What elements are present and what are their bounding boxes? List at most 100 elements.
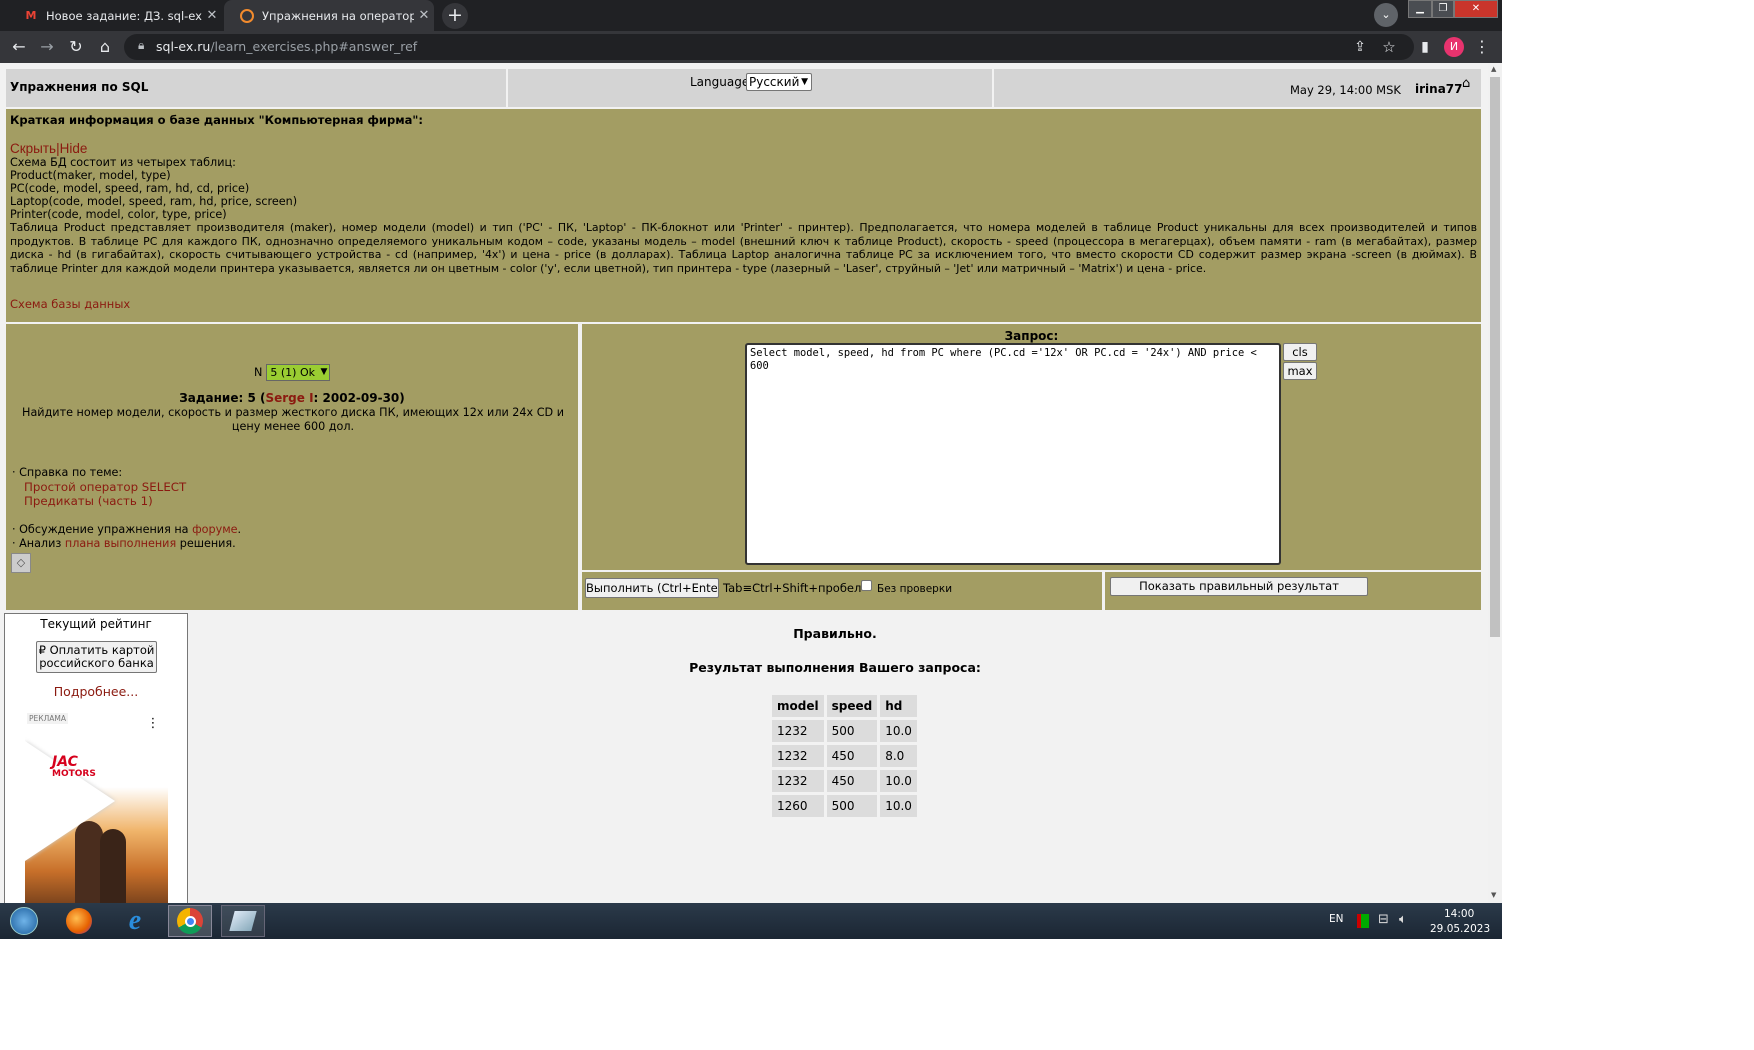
url-host: sql-ex.ru: [156, 39, 211, 54]
avatar[interactable]: И: [1444, 37, 1464, 57]
volume-icon[interactable]: 🔈︎: [1399, 912, 1407, 927]
firefox-icon[interactable]: [57, 905, 101, 937]
new-tab-button[interactable]: +: [442, 3, 468, 29]
forum-line: · Обсуждение упражнения на форуме.: [12, 523, 241, 536]
task-author-link[interactable]: Serge I: [265, 391, 313, 405]
clock-time[interactable]: 14:00: [1444, 908, 1474, 920]
column-header: model: [772, 695, 824, 717]
no-check-checkbox[interactable]: [861, 580, 872, 591]
gmail-icon: M: [25, 9, 37, 22]
star-icon[interactable]: ☆: [1377, 31, 1401, 63]
exercise-select[interactable]: 5 (1) Ok ▼: [266, 364, 331, 381]
plan-line: · Анализ плана выполнения решения.: [12, 537, 236, 550]
table-cell: 1232: [772, 720, 824, 742]
result-table: model speed hd 1232 500 10.0 1232 450 8.…: [769, 692, 920, 820]
username[interactable]: irina77: [1415, 82, 1462, 96]
scroll-down-icon[interactable]: ▼: [1491, 891, 1496, 899]
chevron-down-icon: ▼: [320, 367, 328, 377]
flag-icon[interactable]: [1357, 914, 1369, 928]
schema-line: Printer(code, model, color, type, price): [10, 208, 227, 221]
table-row: 1232 450 8.0: [772, 745, 917, 767]
firefox-logo: [66, 908, 92, 934]
schema-line: Product(maker, model, type): [10, 169, 171, 182]
table-cell: 1260: [772, 795, 824, 817]
schema-link[interactable]: Схема базы данных: [10, 297, 1477, 311]
language-cell: Language Русский ▼: [508, 69, 992, 107]
scroll-up-icon[interactable]: ▲: [1491, 65, 1496, 73]
table-row: 1232 500 10.0: [772, 720, 917, 742]
ad-figure-shape: [75, 821, 103, 903]
info-icon[interactable]: ◇: [11, 553, 31, 573]
plan-suffix: решения.: [176, 537, 236, 550]
max-button[interactable]: max: [1283, 362, 1317, 380]
rating-panel: Текущий рейтинг ₽ Оплатить картой россий…: [4, 613, 188, 903]
table-cell: 10.0: [880, 720, 917, 742]
db-description: Таблица Product представляет производите…: [10, 221, 1477, 275]
reload-icon[interactable]: ↻: [64, 31, 88, 63]
column-header: hd: [880, 695, 917, 717]
run-button[interactable]: Выполнить (Ctrl+Enter): [585, 578, 719, 598]
close-icon[interactable]: ✕: [414, 8, 434, 23]
windows-taskbar: e EN ⊟ 🔈︎ 14:00 29.05.2023: [0, 903, 1502, 939]
browser-tab-sqlex[interactable]: Упражнения на оператор SELEC ✕: [224, 0, 434, 31]
clock-date[interactable]: 29.05.2023: [1430, 923, 1490, 935]
ad-brand-sub: MOTORS: [52, 769, 96, 779]
language-indicator[interactable]: EN: [1329, 913, 1344, 925]
home-icon[interactable]: ⌂: [93, 31, 117, 63]
menu-dots-icon[interactable]: ⋮: [1470, 31, 1494, 63]
rating-title: Текущий рейтинг: [40, 617, 152, 631]
no-check-label: Без проверки: [877, 583, 953, 595]
help-link-predicates[interactable]: Предикаты (часть 1): [24, 494, 153, 508]
table-cell: 1232: [772, 745, 824, 767]
forum-link[interactable]: форуме: [192, 523, 237, 536]
result-table-wrap: model speed hd 1232 500 10.0 1232 450 8.…: [769, 692, 920, 820]
task-title-prefix: Задание: 5 (: [179, 391, 266, 405]
scrollbar-thumb[interactable]: [1490, 77, 1500, 637]
back-arrow-icon[interactable]: ←: [7, 31, 31, 63]
show-correct-button[interactable]: Показать правильный результат: [1110, 577, 1368, 596]
forward-arrow-icon[interactable]: →: [35, 31, 59, 63]
result-status: Правильно.: [793, 626, 877, 641]
menu-dots-icon[interactable]: ⋮: [143, 714, 163, 734]
table-header-row: model speed hd: [772, 695, 917, 717]
table-cell: 1232: [772, 770, 824, 792]
language-select[interactable]: Русский ▼: [746, 73, 812, 91]
page-content: Упражнения по SQL Language Русский ▼ May …: [0, 63, 1488, 903]
pay-button[interactable]: ₽ Оплатить картой российского банка: [36, 641, 157, 673]
sql-textarea[interactable]: Select model, speed, hd from PC where (P…: [745, 343, 1281, 565]
table-cell: 10.0: [880, 770, 917, 792]
hide-link[interactable]: Скрыть|Hide: [10, 141, 1477, 156]
address-bar[interactable]: sql-ex.ru/learn_exercises.php#answer_ref: [124, 34, 1414, 60]
more-link[interactable]: Подробнее...: [5, 684, 187, 699]
site-title-cell: Упражнения по SQL: [6, 69, 506, 107]
page-scrollbar[interactable]: ▲ ▼: [1488, 63, 1502, 903]
notepad-icon[interactable]: [221, 905, 265, 937]
datetime: May 29, 14:00 MSK: [1290, 83, 1401, 97]
internet-explorer-icon[interactable]: e: [113, 905, 157, 937]
lock-icon[interactable]: 🔒︎: [138, 38, 144, 53]
url-path: /learn_exercises.php#answer_ref: [210, 39, 418, 54]
maximize-button[interactable]: ❐: [1432, 0, 1454, 18]
blank-margin-bottom: [0, 939, 1754, 1050]
start-button[interactable]: [2, 905, 46, 937]
notepad-logo: [229, 911, 257, 931]
cls-button[interactable]: cls: [1283, 343, 1317, 361]
share-icon[interactable]: ⇪: [1348, 31, 1372, 63]
window-close-button[interactable]: ✕: [1454, 0, 1498, 18]
help-link-select[interactable]: Простой оператор SELECT: [24, 480, 186, 494]
n-label: N: [254, 366, 263, 379]
ad-figure-shape: [100, 829, 126, 903]
sidepanel-icon[interactable]: ▮: [1413, 31, 1437, 63]
logout-icon[interactable]: ⌂: [1462, 76, 1470, 91]
chevron-down-icon[interactable]: ⌄: [1374, 3, 1398, 27]
advertisement-banner[interactable]: РЕКЛАМА ⋮ JAC MOTORS: [25, 711, 168, 903]
chrome-icon[interactable]: [168, 905, 212, 937]
table-cell: 8.0: [880, 745, 917, 767]
plan-link[interactable]: плана выполнения: [65, 537, 176, 550]
minimize-button[interactable]: ▁: [1408, 0, 1432, 18]
network-icon[interactable]: ⊟: [1378, 912, 1389, 927]
schema-line: PC(code, model, speed, ram, hd, cd, pric…: [10, 182, 250, 195]
close-icon[interactable]: ✕: [202, 8, 222, 23]
user-cell: May 29, 14:00 MSK irina77 ⌂: [994, 69, 1481, 107]
browser-tab-gmail[interactable]: M Новое задание: ДЗ. sql-ex.ru За... ✕: [8, 0, 222, 31]
